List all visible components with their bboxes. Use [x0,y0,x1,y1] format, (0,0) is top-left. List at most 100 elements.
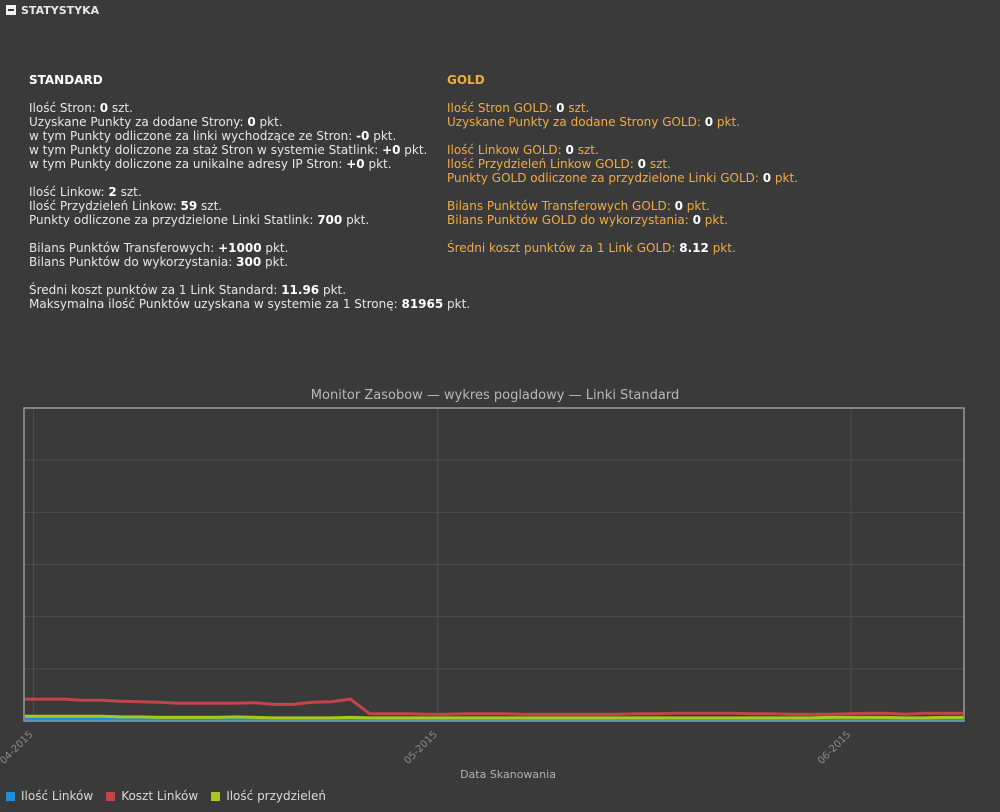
stat-line: Ilość Przydzieleń Linkow GOLD: 0 szt. [447,157,887,171]
stat-line: Bilans Punktów GOLD do wykorzystania: 0 … [447,213,887,227]
stat-line: Ilość Stron: 0 szt. [29,101,439,115]
stat-value: 2 [108,185,117,199]
stat-label: w tym Punkty doliczone za unikalne adres… [29,157,347,171]
stat-label: pkt. [261,255,289,269]
stat-value: 59 [180,199,198,213]
stat-value: 0 [556,101,565,115]
legend-item[interactable]: Koszt Linków [106,789,198,803]
stat-label: szt. [116,185,142,199]
stat-line: Punkty GOLD odliczone za przydzielone Li… [447,171,887,185]
stat-label: Uzyskane Punkty za dodane Strony: [29,115,248,129]
stat-label: Bilans Punktów GOLD do wykorzystania: [447,213,693,227]
stat-value: 0 [762,171,772,185]
stat-label: pkt. [708,241,736,255]
legend-item[interactable]: Ilość przydzieleń [211,789,326,803]
x-tick-label: 04-2015 [0,729,36,766]
chart-legend: Ilość Linków Koszt Linków Ilość przydziele… [6,789,339,803]
stat-value: 0 [565,143,574,157]
stat-label: szt. [108,101,133,115]
stat-line: Ilość Stron GOLD: 0 szt. [447,101,887,115]
stat-line: Ilość Linkow: 2 szt. [29,185,439,199]
stat-value: 0 [704,115,714,129]
stat-value: 0 [674,199,683,213]
stat-value: 700 [317,213,343,227]
stat-label: pkt. [255,115,283,129]
stat-label: pkt. [342,213,370,227]
legend-swatch [6,791,15,801]
stat-value: 0 [247,115,256,129]
collapse-toggle-icon[interactable] [6,5,16,15]
stat-line: Uzyskane Punkty za dodane Strony GOLD: 0… [447,115,887,129]
stat-label: Punkty GOLD odliczone za przydzielone Li… [447,171,763,185]
stat-line: Ilość Linkow GOLD: 0 szt. [447,143,887,157]
stat-label: w tym Punkty doliczone za staż Stron w s… [29,143,383,157]
standard-stats: STANDARD Ilość Stron: 0 szt. Uzyskane Pun… [29,73,470,311]
stat-label: Ilość Stron: [29,101,100,115]
stat-line: Punkty odliczone za przydzielone Linki S… [29,213,439,227]
stat-value: 81965 [401,297,444,311]
stat-line: Uzyskane Punkty za dodane Strony: 0 pkt. [29,115,439,129]
stat-label: pkt. [261,241,289,255]
stat-label: Bilans Punktów Transferowych: [29,241,219,255]
stat-label: Bilans Punktów Transferowych GOLD: [447,199,675,213]
stat-line: Średni koszt punktów za 1 Link GOLD: 8.1… [447,241,887,255]
stat-value: -0 [356,129,370,143]
stat-value: 0 [637,157,647,171]
stat-label: Ilość Linkow GOLD: [447,143,566,157]
stat-value: 0 [99,101,109,115]
stat-label: Ilość Przydzieleń Linkow GOLD: [447,157,638,171]
stat-label: Uzyskane Punkty za dodane Strony GOLD: [447,115,705,129]
stat-value: 11.96 [281,283,320,297]
stat-label: pkt. [682,199,710,213]
x-tick-label: 06-2015 [816,729,853,766]
stat-line: Maksymalna ilość Punktów uzyskana w syst… [29,297,470,311]
stat-value: 300 [236,255,262,269]
standard-title: STANDARD [29,73,103,87]
gold-lines: Ilość Stron GOLD: 0 szt. Uzyskane Punkty … [447,101,887,255]
stat-line: w tym Punkty odliczone za linki wychodzą… [29,129,439,143]
stat-label: szt. [646,157,671,171]
section-header: STATYSTYKA [6,2,99,18]
stat-label: Średni koszt punktów za 1 Link Standard: [29,283,282,297]
stat-line: Bilans Punktów Transferowych GOLD: 0 pkt… [447,199,887,213]
section-title: STATYSTYKA [21,3,100,17]
stat-label: w tym Punkty odliczone za linki wychodzą… [29,129,357,143]
stat-line: w tym Punkty doliczone za staż Stron w s… [29,143,439,157]
legend-swatch [211,791,221,801]
stat-label: Bilans Punktów do wykorzystania: [29,255,237,269]
chart-area: 04-2015 05-2015 06-2015 Data Skanowania [0,400,1000,812]
stat-line: Bilans Punktów do wykorzystania: 300 pkt… [29,255,439,269]
stat-label: Maksymalna ilość Punktów uzyskana w syst… [29,297,402,311]
stat-label: pkt. [319,283,347,297]
legend-item[interactable]: Ilość Linków [6,789,93,803]
stat-label: pkt. [713,115,740,129]
stat-value: +0 [382,143,401,157]
x-tick-label: 05-2015 [402,729,439,766]
stat-line: Ilość Przydzieleń Linkow: 59 szt. [29,199,439,213]
stat-label: Ilość Stron GOLD: [447,101,557,115]
stat-value: +0 [346,157,365,171]
series-line [25,697,963,716]
legend-label: Ilość przydzieleń [226,789,326,803]
stat-label: pkt. [443,297,471,311]
gold-title: GOLD [447,73,485,87]
stat-label: Średni koszt punktów za 1 Link GOLD: [447,241,680,255]
stat-label: pkt. [771,171,799,185]
legend-label: Ilość Linków [21,789,94,803]
legend-label: Koszt Linków [121,789,199,803]
x-axis-label: Data Skanowania [460,768,556,781]
line-chart: 04-2015 05-2015 06-2015 Data Skanowania [0,407,965,781]
stat-line: Bilans Punktów Transferowych: +1000 pkt. [29,241,439,255]
stat-label: szt. [573,143,599,157]
legend-swatch [106,791,116,801]
stat-label: pkt. [700,213,728,227]
stat-label: pkt. [400,143,428,157]
stat-label: pkt. [369,129,397,143]
stat-label: pkt. [364,157,392,171]
stat-label: szt. [197,199,223,213]
series-line [25,714,963,720]
stat-label: Ilość Linkow: [29,185,109,199]
standard-lines: Ilość Stron: 0 szt. Uzyskane Punkty za do… [29,101,470,311]
stat-label: szt. [564,101,590,115]
stat-value: 0 [692,213,701,227]
